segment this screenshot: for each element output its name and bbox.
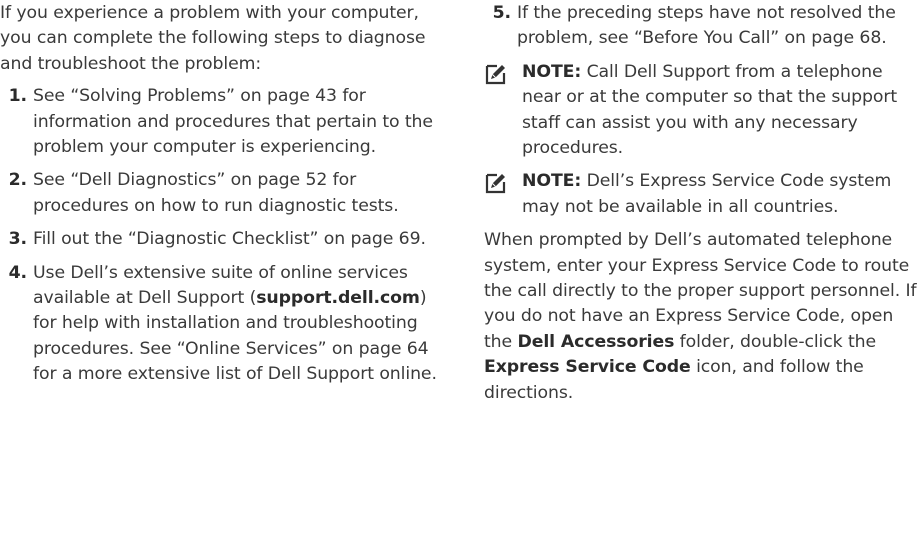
dell-accessories-folder: Dell Accessories [517, 331, 675, 352]
pencil-note-icon-svg [485, 174, 506, 194]
step-text: If the preceding steps have not resolved… [517, 3, 896, 49]
pencil-note-icon-svg [485, 64, 506, 84]
step-2: 2. See “Dell Diagnostics” on page 52 for… [0, 168, 442, 219]
step-1: 1. See “Solving Problems” on page 43 for… [0, 84, 442, 160]
pencil-note-icon [484, 60, 522, 162]
right-column: 5. If the preceding steps have not resol… [484, 1, 921, 406]
step-text: See “Dell Diagnostics” on page 52 for pr… [33, 170, 399, 216]
support-link: support.dell.com [256, 288, 420, 309]
step-number: 5. [492, 3, 511, 23]
step-number: 4. [8, 262, 27, 283]
step-number: 2. [8, 170, 27, 191]
troubleshoot-steps: 1. See “Solving Problems” on page 43 for… [0, 84, 442, 387]
step-text: See “Solving Problems” on page 43 for in… [33, 86, 433, 158]
step-5: 5. If the preceding steps have not resol… [484, 1, 921, 52]
step-text: Use Dell’s extensive suite of online ser… [33, 261, 442, 388]
note-text: NOTE: Dell’s Express Service Code system… [522, 169, 921, 220]
pencil-note-icon [484, 169, 522, 220]
note-label: NOTE: [522, 61, 582, 82]
step-number: 1. [8, 86, 27, 107]
express-service-code-icon-label: Express Service Code [484, 357, 691, 378]
step-3: 3. Fill out the “Diagnostic Checklist” o… [0, 227, 442, 252]
left-column: If you experience a problem with your co… [0, 1, 442, 396]
note-express-service-code: NOTE: Dell’s Express Service Code system… [484, 169, 921, 220]
step-text: Fill out the “Diagnostic Checklist” on p… [33, 229, 426, 250]
closing-text-2: folder, double-click the [674, 331, 877, 352]
step-number: 3. [8, 229, 27, 250]
intro-paragraph: If you experience a problem with your co… [0, 3, 426, 74]
step-4: 4. Use Dell’s extensive suite of online … [0, 261, 442, 388]
manual-page: If you experience a problem with your co… [0, 0, 921, 536]
note-label: NOTE: [522, 171, 582, 192]
note-call-support: NOTE: Call Dell Support from a telephone… [484, 60, 921, 162]
closing-paragraph: When prompted by Dell’s automated teleph… [484, 228, 921, 406]
note-text: NOTE: Call Dell Support from a telephone… [522, 60, 921, 162]
